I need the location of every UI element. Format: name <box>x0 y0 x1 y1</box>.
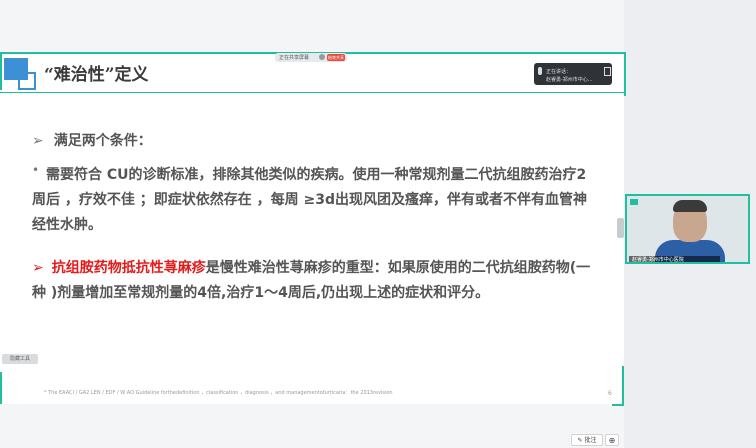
arrow-red-bullet-icon: ➢ <box>32 260 44 276</box>
annotate-button[interactable]: ✎ 批注 <box>571 434 603 446</box>
speaker-name: 赵睿勇-郑州市中心... <box>546 77 593 83</box>
zoom-icon[interactable]: ⊕ <box>605 434 619 446</box>
slide-heading: ➢ 满足两个条件： <box>32 130 152 150</box>
annotate-label: 批注 <box>584 437 597 444</box>
speaker-toolbar[interactable]: 正在讲话： 赵睿勇-郑州市中心... <box>534 63 612 85</box>
settings-icon[interactable] <box>319 54 325 60</box>
slide-logo-outline <box>18 72 36 90</box>
slide-title: “难治性”定义 <box>44 65 149 85</box>
video-indicator-icon <box>630 199 638 205</box>
share-status-text: 正在共享屏幕 <box>279 55 310 61</box>
slide-bracket-bottom-right <box>612 366 624 406</box>
panel-collapse-handle[interactable] <box>617 218 624 238</box>
microphone-icon[interactable] <box>538 67 542 75</box>
paragraph-1-text: 需要符合 CU的诊断标准，排除其他类似的疾病。使用一种常规剂量二代抗组胺药治疗2… <box>32 167 587 233</box>
heading-text: 满足两个条件： <box>53 133 152 149</box>
slide-bracket-bottom-left <box>0 372 16 404</box>
meeting-share-bar[interactable]: 正在共享屏幕 结束共享 <box>275 53 347 62</box>
slide-bracket-right <box>614 52 626 96</box>
speaker-hair <box>673 200 707 212</box>
video-name-label: 赵睿勇-郑州市中心医院 <box>629 256 720 262</box>
slide-footnote: * The EAACI / GA2 LEN / EDF / W AO Guide… <box>44 390 393 396</box>
speaking-label: 正在讲话： <box>546 69 572 75</box>
stop-share-button[interactable]: 结束共享 <box>327 54 345 61</box>
paragraph-1: 需要符合 CU的诊断标准，排除其他类似的疾病。使用一种常规剂量二代抗组胺药治疗2… <box>32 163 592 238</box>
arrow-bullet-icon: ➢ <box>32 133 44 149</box>
title-underline <box>0 92 624 93</box>
page-number: 6 <box>608 390 612 397</box>
bottom-toolbar: ✎ 批注 ⊕ <box>571 434 625 446</box>
speaker-video[interactable]: 赵睿勇-郑州市中心医院 <box>625 194 750 264</box>
hide-tools-tab[interactable]: 隐藏工具 <box>2 354 38 364</box>
document-icon[interactable] <box>604 67 611 76</box>
highlight-term: 抗组胺药物抵抗性荨麻疹 <box>51 260 206 276</box>
paragraph-2: ➢ 抗组胺药物抵抗性荨麻疹是慢性难治性荨麻疹的重型：如果原使用的二代抗组胺药物(一… <box>32 256 592 306</box>
